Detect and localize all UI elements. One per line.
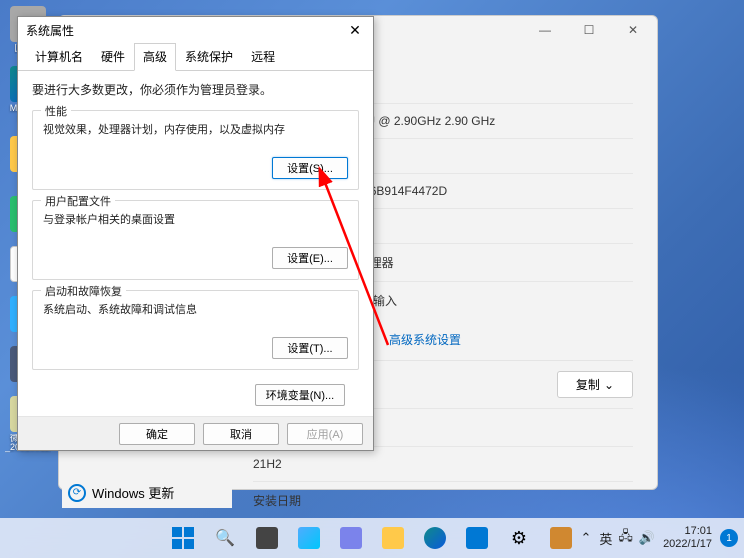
clock-date: 2022/1/17 (663, 538, 712, 551)
app-taskbar-button[interactable] (542, 519, 580, 557)
chevron-down-icon: ⌄ (604, 378, 614, 392)
group-desc: 与登录帐户相关的桌面设置 (43, 211, 348, 227)
group-title: 性能 (41, 103, 71, 119)
sidebar-item-windows-update[interactable]: ⟳ Windows 更新 (62, 477, 232, 508)
windows-icon (172, 527, 194, 549)
startup-settings-button[interactable]: 设置(T)... (272, 337, 348, 359)
clock-time: 17:01 (663, 525, 712, 538)
cancel-button[interactable]: 取消 (203, 423, 279, 445)
edge-icon (424, 527, 446, 549)
app-icon (550, 527, 572, 549)
ok-button[interactable]: 确定 (119, 423, 195, 445)
environment-variables-button[interactable]: 环境变量(N)... (255, 384, 345, 406)
system-properties-dialog: 系统属性 ✕ 计算机名 硬件 高级 系统保护 远程 要进行大多数更改，你必须作为… (17, 16, 374, 451)
group-title: 启动和故障恢复 (41, 283, 126, 299)
tab-remote[interactable]: 远程 (242, 43, 284, 70)
windows-update-label: Windows 更新 (92, 483, 174, 502)
folder-icon (382, 527, 404, 549)
dialog-footer: 确定 取消 应用(A) (18, 416, 373, 450)
profile-settings-button[interactable]: 设置(E)... (272, 247, 348, 269)
dialog-close-button[interactable]: ✕ (337, 17, 373, 43)
store-icon (466, 527, 488, 549)
search-button[interactable]: 🔍 (206, 519, 244, 557)
system-tray: ⌃ 英 🖧 🔊 17:01 2022/1/17 1 (580, 525, 738, 551)
task-view-icon (256, 527, 278, 549)
taskbar-center: 🔍 ⚙ (164, 519, 580, 557)
edge-taskbar-button[interactable] (416, 519, 454, 557)
close-button[interactable]: ✕ (611, 16, 655, 44)
store-button[interactable] (458, 519, 496, 557)
copy-button[interactable]: 复制 ⌄ (557, 371, 633, 398)
group-desc: 视觉效果，处理器计划，内存使用，以及虚拟内存 (43, 121, 348, 137)
tab-advanced[interactable]: 高级 (134, 43, 176, 71)
taskbar: 🔍 ⚙ ⌃ 英 🖧 🔊 17:01 2022/1/17 1 (0, 518, 744, 558)
install-date-row: 安装日期 (253, 481, 633, 519)
volume-icon[interactable]: 🔊 (639, 530, 655, 546)
dialog-body: 要进行大多数更改，你必须作为管理员登录。 性能 视觉效果，处理器计划，内存使用，… (18, 71, 373, 416)
tab-hardware[interactable]: 硬件 (92, 43, 134, 70)
user-profile-group: 用户配置文件 与登录帐户相关的桌面设置 设置(E)... (32, 200, 359, 280)
version-row: 21H2 (253, 446, 633, 481)
explorer-button[interactable] (374, 519, 412, 557)
ime-language[interactable]: 英 (599, 529, 612, 548)
gear-icon: ⚙ (511, 528, 527, 549)
start-button[interactable] (164, 519, 202, 557)
chat-icon (340, 527, 362, 549)
group-desc: 系统启动、系统故障和调试信息 (43, 301, 348, 317)
apply-button[interactable]: 应用(A) (287, 423, 363, 445)
widgets-icon (298, 527, 320, 549)
taskbar-clock[interactable]: 17:01 2022/1/17 (663, 525, 712, 551)
dialog-title: 系统属性 (26, 22, 74, 39)
search-icon: 🔍 (215, 528, 235, 548)
group-title: 用户配置文件 (41, 193, 115, 209)
settings-taskbar-button[interactable]: ⚙ (500, 519, 538, 557)
tab-computer-name[interactable]: 计算机名 (26, 43, 92, 70)
performance-group: 性能 视觉效果，处理器计划，内存使用，以及虚拟内存 设置(S)... (32, 110, 359, 190)
tray-chevron-up-icon[interactable]: ⌃ (580, 530, 591, 546)
notification-badge[interactable]: 1 (720, 529, 738, 547)
admin-notice: 要进行大多数更改，你必须作为管理员登录。 (32, 81, 359, 98)
tab-strip: 计算机名 硬件 高级 系统保护 远程 (18, 43, 373, 71)
tab-system-protection[interactable]: 系统保护 (176, 43, 242, 70)
chat-button[interactable] (332, 519, 370, 557)
maximize-button[interactable]: ☐ (567, 16, 611, 44)
dialog-titlebar: 系统属性 ✕ (18, 17, 373, 43)
performance-settings-button[interactable]: 设置(S)... (272, 157, 348, 179)
task-view-button[interactable] (248, 519, 286, 557)
update-icon: ⟳ (68, 484, 86, 502)
startup-recovery-group: 启动和故障恢复 系统启动、系统故障和调试信息 设置(T)... (32, 290, 359, 370)
network-icon[interactable]: 🖧 (618, 527, 633, 549)
widgets-button[interactable] (290, 519, 328, 557)
link-advanced-system[interactable]: 高级系统设置 (389, 331, 461, 348)
minimize-button[interactable]: — (523, 16, 567, 44)
